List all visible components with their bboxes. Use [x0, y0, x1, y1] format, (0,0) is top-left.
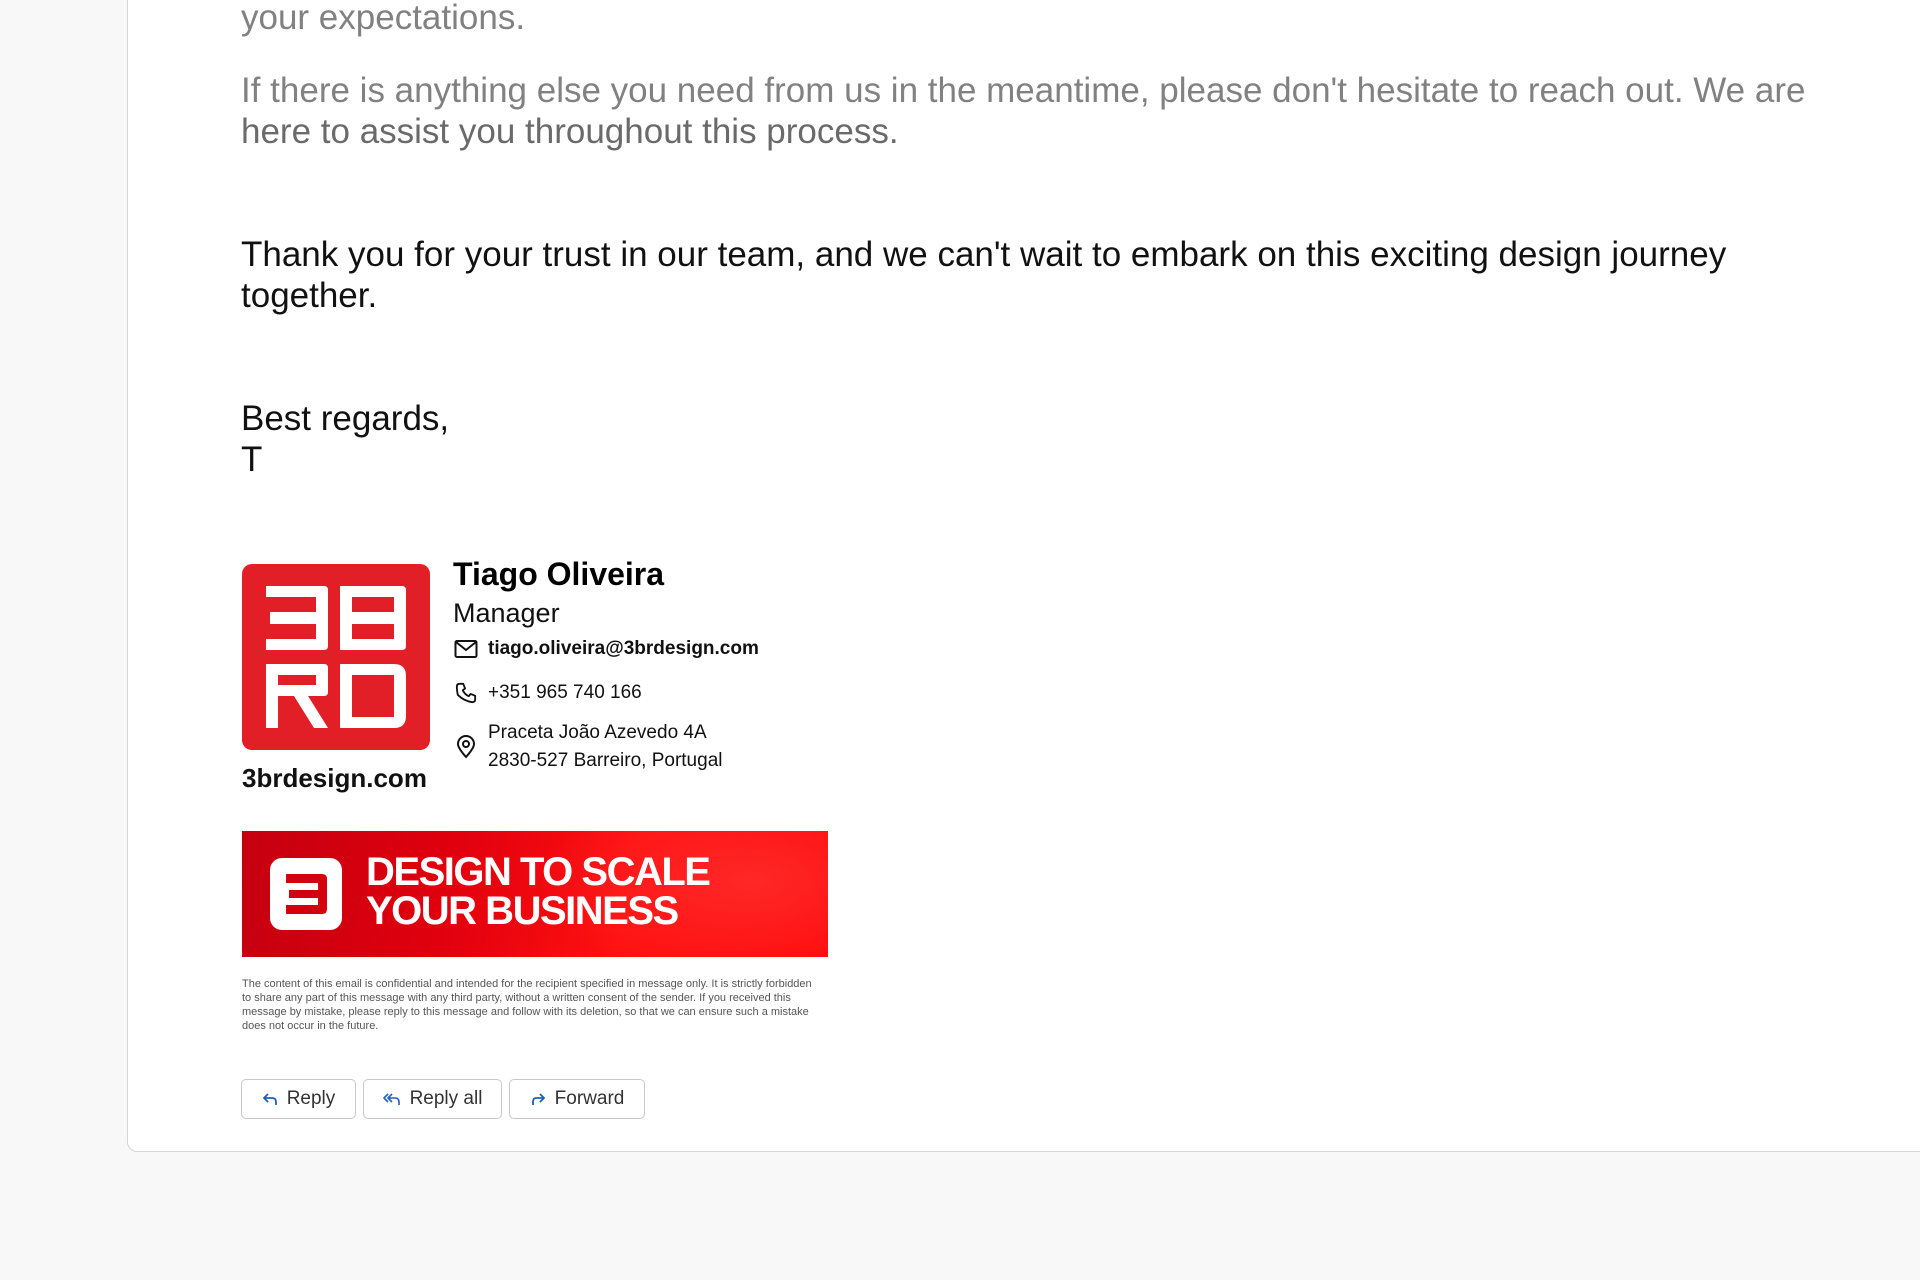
email-paragraph-thanks-line2: together.: [241, 276, 378, 315]
mail-icon: [453, 636, 479, 662]
email-paragraph-thanks-line1: Thank you for your trust in our team, an…: [241, 235, 1727, 274]
email-sender-initial: T: [241, 440, 263, 479]
banner-line2: YOUR BUSINESS: [366, 889, 679, 933]
signature-address-row: Praceta João Azevedo 4A 2830-527 Barreir…: [453, 719, 722, 775]
reply-all-button-label: Reply all: [409, 1088, 483, 1109]
signature-phone[interactable]: +351 965 740 166: [488, 682, 642, 704]
forward-icon: [530, 1092, 546, 1106]
signature-address-line1: Praceta João Azevedo 4A: [488, 722, 707, 743]
signature-email-row[interactable]: tiago.oliveira@3brdesign.com: [453, 636, 759, 662]
forward-button[interactable]: Forward: [509, 1079, 645, 1119]
signature-role: Manager: [453, 598, 560, 628]
email-closing: Best regards,: [241, 399, 450, 438]
email-paragraph-fragment: your expectations.: [241, 0, 526, 37]
signature-disclaimer: The content of this email is confidentia…: [242, 978, 812, 1032]
reply-all-icon: [382, 1092, 401, 1106]
email-paragraph-assist-line2: here to assist you throughout this proce…: [241, 112, 899, 151]
location-pin-icon: [453, 734, 479, 760]
reply-button-label: Reply: [286, 1088, 336, 1109]
reply-icon: [262, 1092, 278, 1106]
banner-text: DESIGN TO SCALE YOUR BUSINESS: [366, 850, 711, 933]
phone-icon: [453, 680, 479, 706]
signature-banner[interactable]: DESIGN TO SCALE YOUR BUSINESS: [242, 831, 828, 957]
forward-button-label: Forward: [554, 1088, 625, 1109]
reply-button[interactable]: Reply: [241, 1079, 356, 1119]
signature-website[interactable]: 3brdesign.com: [242, 763, 427, 794]
reply-all-button[interactable]: Reply all: [363, 1079, 502, 1119]
signature-name: Tiago Oliveira: [453, 556, 665, 592]
email-message-card: your expectations. If there is anything …: [127, 0, 1920, 1152]
email-paragraph-assist-line1: If there is anything else you need from …: [241, 71, 1806, 110]
banner-line1: DESIGN TO SCALE: [366, 850, 711, 894]
signature-address-line2: 2830-527 Barreiro, Portugal: [488, 750, 723, 771]
signature-phone-row[interactable]: +351 965 740 166: [453, 680, 642, 706]
3brd-logo-icon: [242, 564, 430, 750]
signature-email[interactable]: tiago.oliveira@3brdesign.com: [488, 638, 759, 660]
3brd-mark-icon: [270, 858, 342, 930]
